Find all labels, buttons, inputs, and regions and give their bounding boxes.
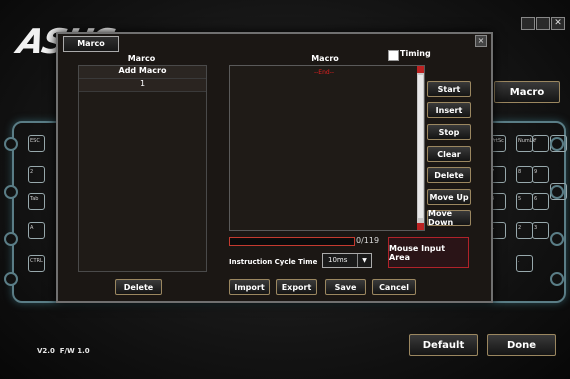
import-button[interactable]: Import [229, 279, 270, 295]
add-macro-item[interactable]: Add Macro [79, 66, 206, 79]
keyboard-key: Tab [28, 193, 45, 210]
keyboard-key: 3 [532, 222, 549, 239]
keyboard-notch [4, 185, 18, 199]
list-item[interactable]: 1 [79, 79, 206, 92]
stop-button[interactable]: Stop [427, 124, 471, 140]
cycle-time-select[interactable]: 10ms ▼ [322, 253, 372, 268]
firmware-text: F/W 1.0 [59, 347, 90, 355]
timing-checkbox[interactable] [388, 50, 399, 61]
default-button[interactable]: Default [409, 334, 478, 356]
mouse-input-area[interactable]: Mouse Input Area [388, 237, 469, 268]
keyboard-key: CTRL [28, 255, 45, 272]
done-button[interactable]: Done [487, 334, 556, 356]
keyboard-key: * [532, 135, 549, 152]
minimize-icon[interactable] [521, 17, 535, 30]
keyboard-key: NumLk [516, 135, 535, 152]
progress-bar [229, 237, 355, 246]
save-button[interactable]: Save [325, 279, 366, 295]
vertical-scrollbar[interactable] [417, 66, 424, 230]
keyboard-key: 2 [28, 166, 45, 183]
scroll-thumb[interactable] [418, 75, 423, 218]
keyboard-key: 2 [516, 222, 533, 239]
cycle-time-label: Instruction Cycle Time [229, 258, 318, 266]
version-info: V2.0 F/W 1.0 [37, 347, 90, 355]
delete-event-button[interactable]: Delete [427, 167, 471, 183]
end-marker: --End-- [313, 69, 335, 76]
keyboard-key: 6 [532, 193, 549, 210]
macro-events-header: Macro [311, 54, 339, 63]
insert-button[interactable]: Insert [427, 102, 471, 118]
start-button[interactable]: Start [427, 81, 471, 97]
keyboard-key: 9 [532, 166, 549, 183]
macro-dialog: Marco × Marco Add Macro 1 Macro Timing -… [56, 32, 493, 303]
keyboard-key: 5 [516, 193, 533, 210]
keyboard-notch [550, 232, 564, 246]
export-button[interactable]: Export [276, 279, 317, 295]
progress-count: 0/119 [356, 236, 380, 245]
keyboard-notch [4, 137, 18, 151]
macro-list: Add Macro 1 [78, 65, 207, 272]
macro-event-list[interactable]: --End-- [229, 65, 425, 231]
keyboard-key: 8 [516, 166, 533, 183]
keyboard-notch [4, 272, 18, 286]
dialog-close-icon[interactable]: × [475, 35, 487, 47]
version-text: V2.0 [37, 347, 55, 355]
delete-macro-button[interactable]: Delete [115, 279, 162, 295]
timing-label: Timing [400, 49, 431, 58]
keyboard-notch [550, 185, 564, 199]
chevron-down-icon[interactable]: ▼ [357, 254, 371, 267]
clear-button[interactable]: Clear [427, 146, 471, 162]
macro-button[interactable]: Macro [494, 81, 560, 103]
marco-list-header: Marco [127, 54, 156, 63]
cycle-time-value: 10ms [328, 256, 348, 264]
window-close-icon[interactable]: ✕ [551, 17, 565, 30]
keyboard-key: ESC [28, 135, 45, 152]
keyboard-key: . [516, 255, 533, 272]
scroll-up-icon[interactable] [417, 66, 424, 73]
keyboard-key: A [28, 222, 45, 239]
move-up-button[interactable]: Move Up [427, 189, 471, 205]
scroll-down-icon[interactable] [417, 223, 424, 230]
keyboard-notch [4, 232, 18, 246]
maximize-icon[interactable] [536, 17, 550, 30]
tab-marco[interactable]: Marco [63, 36, 119, 52]
cancel-button[interactable]: Cancel [372, 279, 416, 295]
keyboard-notch [550, 137, 564, 151]
keyboard-notch [550, 272, 564, 286]
move-down-button[interactable]: Move Down [427, 209, 471, 227]
